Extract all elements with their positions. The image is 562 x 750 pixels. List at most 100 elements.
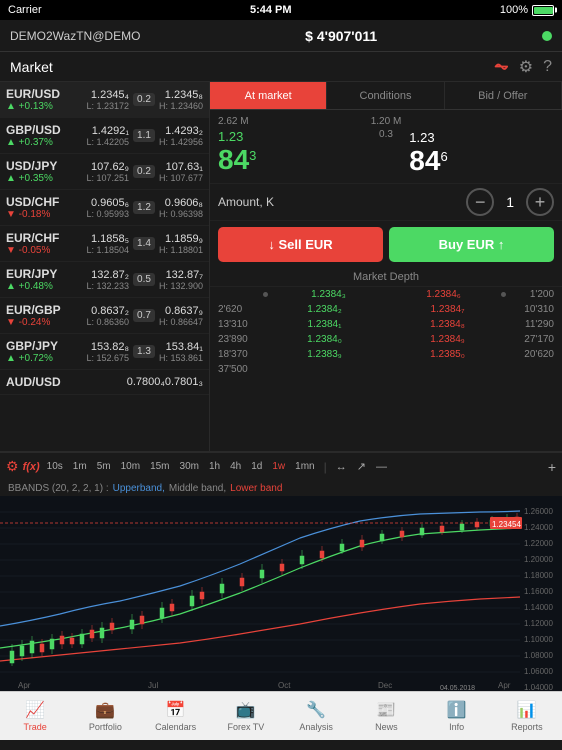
nav-item-trade[interactable]: 📈 Trade: [0, 692, 70, 740]
depth-vol-right: 10'310: [509, 304, 554, 315]
sell-price-col: 2.62 M 1.23 843: [218, 116, 363, 176]
depth-vol-left: 23'890: [218, 334, 263, 345]
depth-vol-right: 20'620: [509, 349, 554, 360]
svg-text:1.14000: 1.14000: [524, 603, 553, 612]
timeframe-4h[interactable]: 4h: [227, 460, 244, 473]
svg-text:1.23454: 1.23454: [492, 520, 521, 529]
timeframe-1m[interactable]: 1m: [70, 460, 90, 473]
calendars-label: Calendars: [155, 722, 196, 732]
pair-info: AUD/USD: [6, 375, 127, 389]
price-main-right: 1.2345₈: [159, 89, 203, 101]
price-main-left: 132.87₂: [87, 269, 130, 281]
nav-item-forextv[interactable]: 📺 Forex TV: [211, 692, 281, 740]
svg-text:1.26000: 1.26000: [524, 507, 553, 516]
depth-ask: 1.2385₀: [386, 349, 509, 360]
chart-action[interactable]: ↔: [333, 460, 350, 474]
chart-action[interactable]: —: [373, 460, 390, 474]
price-main-right: 0.7801₃: [165, 376, 203, 388]
price-main-left: 153.82₈: [87, 341, 130, 353]
market-item[interactable]: USD/JPY ▲ +0.35% 107.62₉ L: 107.251 0.2 …: [0, 154, 209, 190]
price-main-right: 0.9606₈: [159, 197, 203, 209]
settings-icon[interactable]: ⚙: [519, 57, 533, 77]
timeframe-1w[interactable]: 1w: [269, 460, 288, 473]
price-display: 2.62 M 1.23 843 1.20 M 0.3 1.23 846: [210, 110, 562, 183]
info-icon: ℹ️: [447, 700, 467, 720]
pair-info: GBP/JPY ▲ +0.72%: [6, 339, 87, 364]
amount-decrease-button[interactable]: −: [466, 188, 494, 216]
order-tab-at-market[interactable]: At market: [210, 82, 327, 109]
price-main-left: 107.62₉: [87, 161, 130, 173]
price-main-right: 153.84₁: [159, 341, 203, 353]
price-area: 132.87₂ L: 132.233 0.5 132.87₇ H: 132.90…: [87, 269, 204, 291]
amount-increase-button[interactable]: +: [526, 188, 554, 216]
pair-change: ▲ +0.48%: [6, 281, 87, 292]
pair-name: USD/JPY: [6, 159, 87, 173]
nav-item-analysis[interactable]: 🔧 Analysis: [281, 692, 351, 740]
market-item[interactable]: EUR/CHF ▼ -0.05% 1.1858₅ L: 1.18504 1.4 …: [0, 226, 209, 262]
depth-vol-left: 13'310: [218, 319, 263, 330]
chart-action[interactable]: ↗: [354, 459, 369, 474]
indicator-lower: Lower band: [230, 483, 282, 494]
svg-text:1.16000: 1.16000: [524, 587, 553, 596]
timeframe-1d[interactable]: 1d: [248, 460, 265, 473]
market-item[interactable]: GBP/USD ▲ +0.37% 1.4292₁ L: 1.42205 1.1 …: [0, 118, 209, 154]
nav-item-calendars[interactable]: 📅 Calendars: [141, 692, 211, 740]
depth-bid: 1.2384₁: [263, 319, 386, 330]
order-tab-conditions[interactable]: Conditions: [327, 82, 444, 109]
pair-name: EUR/USD: [6, 87, 87, 101]
depth-bid: 1.2384₂: [263, 304, 386, 315]
timeframe-1h[interactable]: 1h: [206, 460, 223, 473]
market-item[interactable]: AUD/USD 0.7800₄ 0.7801₃: [0, 370, 209, 395]
market-item[interactable]: EUR/JPY ▲ +0.48% 132.87₂ L: 132.233 0.5 …: [0, 262, 209, 298]
depth-row: 37'500: [210, 362, 562, 377]
help-icon[interactable]: ?: [543, 58, 552, 76]
news-icon: 📰: [376, 700, 396, 720]
market-item[interactable]: EUR/USD ▲ +0.13% 1.2345₄ L: 1.23172 0.2 …: [0, 82, 209, 118]
brand-icon[interactable]: ⏦: [494, 56, 509, 77]
price-low: L: 1.42205: [87, 137, 130, 147]
timeframe-30m[interactable]: 30m: [177, 460, 202, 473]
depth-ask: 1.2384₆: [386, 289, 501, 300]
nav-item-news[interactable]: 📰 News: [351, 692, 421, 740]
left-price: 0.7800₄: [127, 376, 165, 388]
bottom-nav: 📈 Trade 💼 Portfolio 📅 Calendars 📺 Forex …: [0, 691, 562, 740]
amount-label: Amount, K: [218, 195, 466, 209]
nav-item-portfolio[interactable]: 💼 Portfolio: [70, 692, 140, 740]
amount-value: 1: [506, 194, 514, 210]
forextv-icon: 📺: [236, 700, 256, 720]
svg-text:04.05.2018: 04.05.2018: [440, 685, 475, 691]
depth-row: 13'310 1.2384₁ 1.2384₈ 11'290: [210, 317, 562, 332]
depth-vol-right: 27'170: [509, 334, 554, 345]
timeframe-5m[interactable]: 5m: [94, 460, 114, 473]
nav-item-reports[interactable]: 📊 Reports: [492, 692, 562, 740]
pair-name: GBP/JPY: [6, 339, 87, 353]
timeframe-10m[interactable]: 10m: [118, 460, 143, 473]
trade-buttons: ↓ Sell EUR Buy EUR ↑: [210, 221, 562, 268]
status-bar: Carrier 5:44 PM 100%: [0, 0, 562, 20]
buy-button[interactable]: Buy EUR ↑: [389, 227, 554, 262]
buy-price-int: 1.23: [409, 130, 434, 145]
depth-bid: 1.2384₃: [271, 289, 386, 300]
header-bar: Market ⏦ ⚙ ?: [0, 52, 562, 82]
svg-text:Apr: Apr: [18, 681, 31, 690]
timeframe-10s[interactable]: 10s: [44, 460, 66, 473]
market-item[interactable]: GBP/JPY ▲ +0.72% 153.82₈ L: 152.675 1.3 …: [0, 334, 209, 370]
market-item[interactable]: USD/CHF ▼ -0.18% 0.9605₆ L: 0.95993 1.2 …: [0, 190, 209, 226]
sell-button[interactable]: ↓ Sell EUR: [218, 227, 383, 262]
timeframe-1mn[interactable]: 1mn: [292, 460, 317, 473]
order-tab-bid--offer[interactable]: Bid / Offer: [445, 82, 562, 109]
price-main-left: 0.9605₆: [87, 197, 130, 209]
timeframe-15m[interactable]: 15m: [147, 460, 172, 473]
depth-bid: 1.2383₉: [263, 349, 386, 360]
right-price: 107.63₁ H: 107.677: [159, 161, 203, 183]
depth-dot: [263, 292, 268, 297]
nav-item-info[interactable]: ℹ️ Info: [422, 692, 492, 740]
sell-price-int: 1.23: [218, 129, 243, 144]
chart-fx-icon[interactable]: f(x): [23, 461, 40, 473]
account-name: DEMO2WazTN@DEMO: [10, 29, 140, 43]
price-main-right: 107.63₁: [159, 161, 203, 173]
chart-add-indicator[interactable]: +: [548, 459, 556, 475]
buy-price-sup: 6: [440, 149, 447, 164]
chart-trade-icon[interactable]: ⚙: [6, 458, 19, 475]
market-item[interactable]: EUR/GBP ▼ -0.24% 0.8637₂ L: 0.86360 0.7 …: [0, 298, 209, 334]
